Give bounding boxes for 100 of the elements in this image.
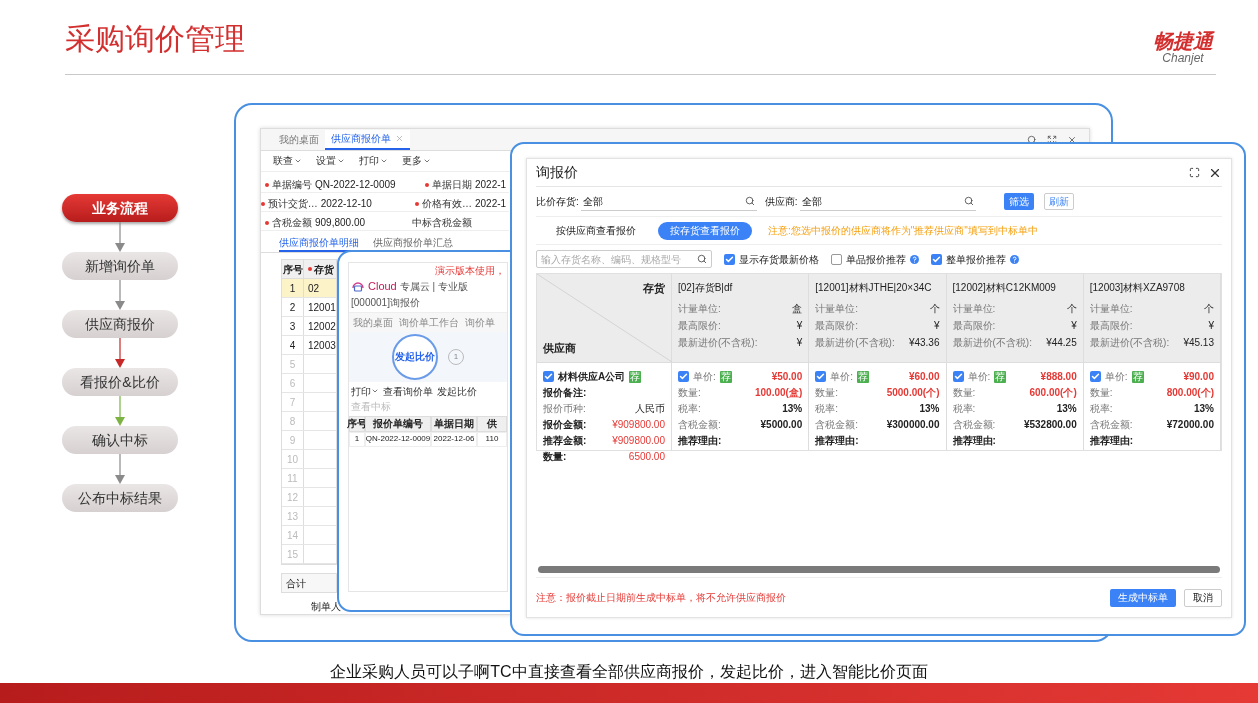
checkbox[interactable] [931,253,942,265]
filter-field[interactable]: 全部 [799,192,976,211]
window-tab[interactable]: 我的桌面 [273,129,325,150]
toolbar-item[interactable]: 查看询价单 [383,383,433,399]
item-label: 计量单位: [952,302,996,316]
quote-value: 13% [1194,402,1214,416]
quote-value: ¥72000.00 [1166,418,1214,432]
toolbar-item[interactable]: 打印 [351,383,379,399]
demo-note: 演示版本使用， [435,264,505,278]
total-label: 合计 [286,576,306,591]
row-number: 1 [282,279,304,298]
dialog-button[interactable]: 取消 [1184,588,1222,607]
quote-label: 数量: [815,386,839,400]
menu-item[interactable]: 打印 [359,153,388,169]
quote-value: ¥300000.00 [886,418,940,432]
flow-step[interactable]: 供应商报价 [62,310,178,338]
toolbar-item[interactable]: 发起比价 [437,383,477,399]
checkbox[interactable] [831,253,842,265]
window-tab[interactable]: 询价单工作台 [399,314,459,330]
table-cell-text: 12003 [307,338,336,353]
cloud-logo-icon [351,280,365,293]
row-number: 2 [282,298,304,317]
item-value: ¥ [933,319,940,333]
field-label: 中标含税金额 [412,216,472,231]
flow-step[interactable]: 看报价&比价 [62,368,178,396]
menu-item[interactable]: 联查 [273,153,302,169]
search-icon[interactable] [1027,134,1037,145]
item-value: ¥ [1208,319,1214,333]
column-header: 供 [477,415,507,432]
option-label: 单品报价推荐 [846,252,906,267]
search-icon[interactable] [697,254,707,264]
row-number: 15 [282,545,304,564]
edition-label: 专属云 | 专业版 [399,279,468,294]
slide-caption: 企业采购人员可以子啊TC中直接查看全部供应商报价，发起比价，进入智能比价页面 [330,661,928,682]
row-number: 5 [282,355,304,374]
search-icon[interactable] [963,196,974,206]
slide-title: 采购询价管理 [65,21,245,57]
item-title: [02]存货B|df [678,281,734,295]
notice-text: 注意:您选中报价的供应商将作为"推荐供应商"填写到中标单中 [768,224,1038,238]
item-value: 个 [1066,302,1077,316]
row-number: 6 [282,374,304,393]
row-number: 4 [282,336,304,355]
caret-icon [371,387,379,395]
item-label: 最高限价: [1089,319,1133,333]
filter-button[interactable]: 筛选 [1003,193,1034,210]
caret-icon [380,157,388,165]
checkbox[interactable] [724,253,735,265]
quote-label: 推荐理由: [815,434,860,448]
item-value: ¥ [1071,319,1077,333]
item-label: 计量单位: [678,302,721,316]
field-value: 2022-1 [475,178,507,193]
supplier-value: ¥909800.00 [612,434,665,448]
quote-label: 含税金额: [952,418,996,432]
quote-price: ¥50.00 [771,370,803,384]
filter-field[interactable]: 全部 [580,192,757,211]
table-row[interactable]: 1 02 [282,279,336,299]
search-icon[interactable] [744,196,755,206]
search-field[interactable]: 输入存货名称、编码、规格型号 [536,250,712,268]
row-number: 12 [282,488,304,507]
callout-bubble: 发起比价 [392,333,438,380]
checkbox[interactable] [678,371,689,382]
checkbox[interactable] [543,371,554,382]
view-tab[interactable]: 按供应商查看报价 [544,221,648,240]
quote-value: ¥532800.00 [1023,418,1077,432]
flow-step[interactable]: 公布中标结果 [62,484,178,512]
supplier-label: 数量: [543,450,567,464]
field-label: 预计交货… [267,197,318,212]
quote-label: 推荐理由: [1089,434,1135,448]
flow-step[interactable]: 业务流程 [62,194,178,222]
quote-label: 数量: [678,386,701,400]
row-number: 13 [282,507,304,526]
window-tab[interactable]: 询价单 [465,314,495,330]
window-tab[interactable]: 供应商报价单 [325,129,410,150]
item-label: 最新进价(不含税): [678,336,758,350]
window-tab[interactable]: 我的桌面 [353,314,393,330]
option-label: 显示存货最新价格 [739,252,819,267]
menu-item[interactable]: 更多 [402,153,431,169]
checkbox[interactable] [815,371,827,382]
dialog-button[interactable]: 生成中标单 [1110,588,1176,607]
warning-text: 注意：报价截止日期前生成中标单，将不允许供应商报价 [536,591,786,605]
item-label: 最高限价: [952,319,996,333]
filter-button[interactable]: 刷新 [1043,193,1074,210]
item-title: [12002]材料C12KM009 [952,281,1057,295]
view-tab[interactable]: 按存货查看报价 [658,221,752,240]
item-title: [12001]材料JTHE|20×34C [815,281,933,295]
table-row[interactable]: 4 12003 [282,336,336,356]
flow-step[interactable]: 新增询价单 [62,252,178,280]
flow-step[interactable]: 确认中标 [62,426,178,454]
detail-tab[interactable]: 供应商报价单汇总 [373,235,453,253]
menu-item[interactable]: 设置 [316,153,345,169]
brand-name: Cloud [368,279,397,294]
quote-label: 数量: [952,386,976,400]
table-row[interactable]: 3 12002 [282,317,336,337]
checkbox[interactable] [1089,371,1101,382]
column-header: 单据日期 [431,415,477,432]
maximize-icon[interactable] [1189,167,1200,178]
table-row[interactable]: 2 12001 [282,298,336,318]
caret-icon [337,157,345,165]
filter-label: 供应商: [764,195,798,209]
checkbox[interactable] [952,371,964,382]
